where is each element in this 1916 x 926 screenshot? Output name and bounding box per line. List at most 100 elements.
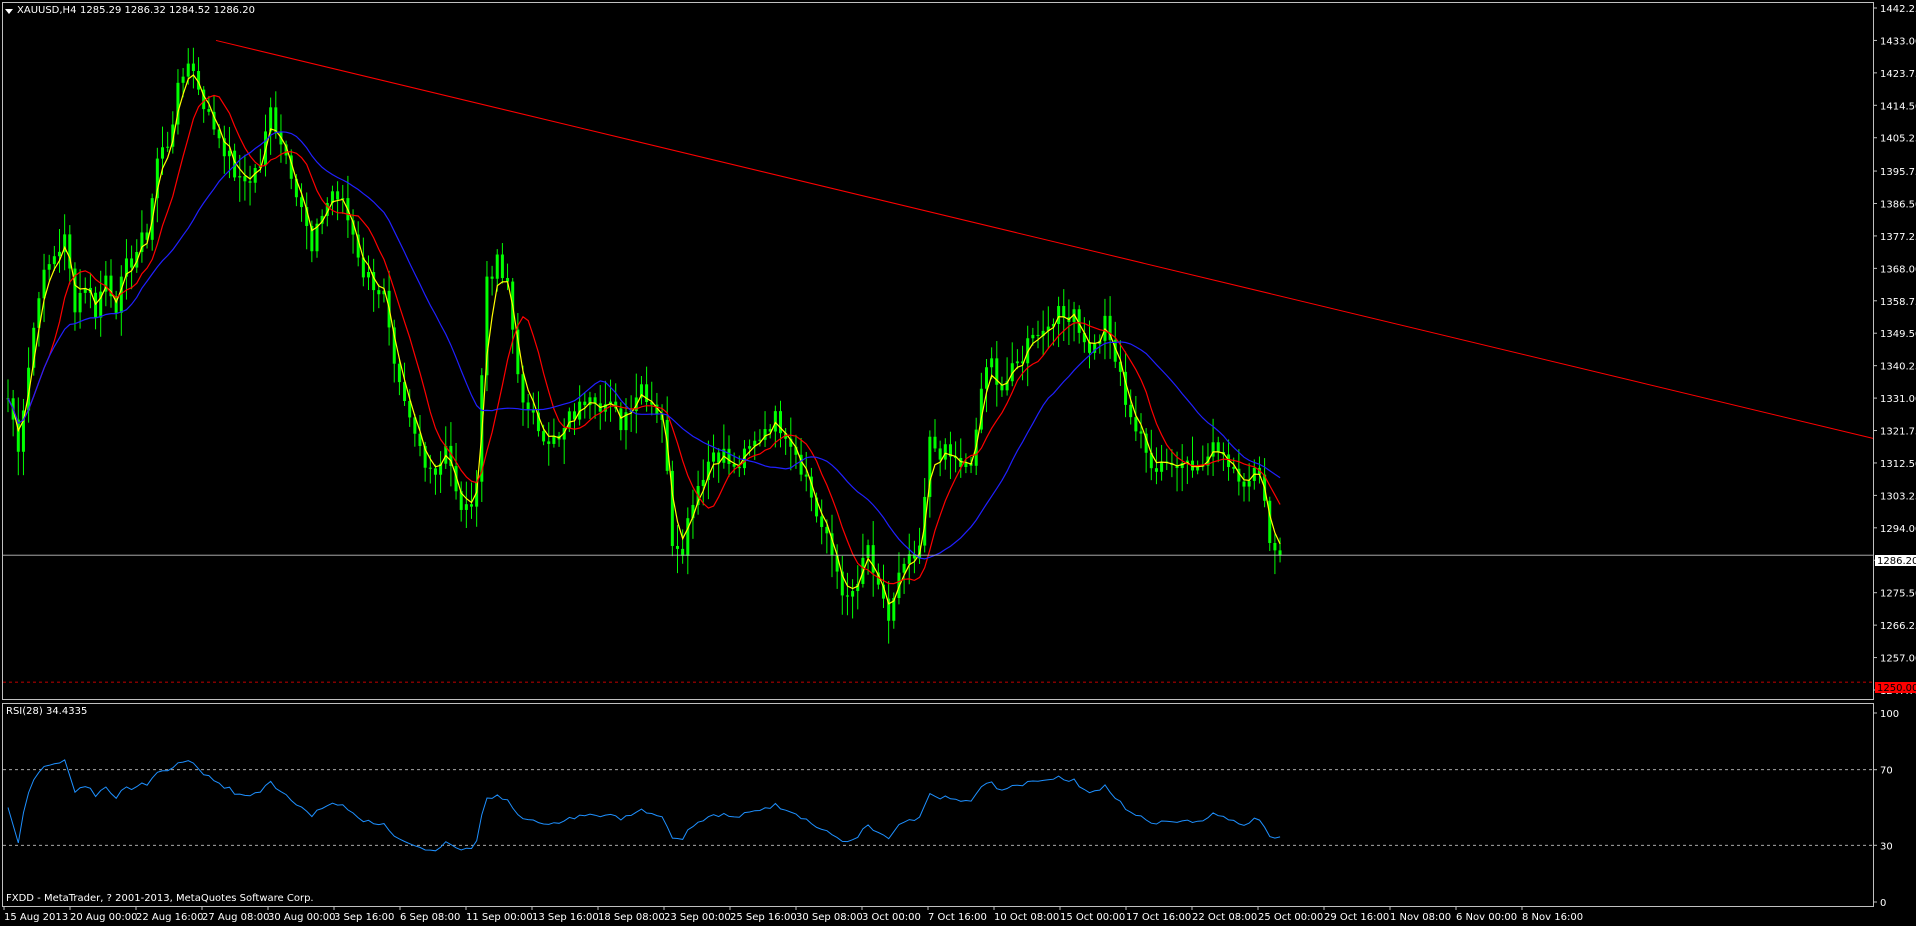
- candle-body: [495, 254, 499, 279]
- candle-body: [933, 436, 937, 449]
- candle-body: [547, 441, 551, 444]
- candle-body: [712, 452, 716, 462]
- candle-body: [938, 448, 942, 460]
- candle-body: [619, 408, 623, 431]
- candle-body: [1242, 481, 1246, 487]
- candle-body: [42, 269, 46, 299]
- candle-body: [238, 176, 242, 178]
- time-tick-label: 7 Oct 16:00: [928, 912, 987, 923]
- candle-body: [727, 448, 731, 464]
- chart-dropdown-icon[interactable]: [5, 9, 13, 14]
- candle-body: [243, 176, 247, 182]
- candle-body: [676, 545, 679, 549]
- candle-body: [845, 595, 849, 597]
- price-tick-label: 1368.00: [1880, 264, 1916, 275]
- candle-body: [433, 468, 437, 475]
- candle-body: [964, 462, 968, 467]
- candle-body: [902, 563, 906, 573]
- time-tick-label: 22 Oct 08:00: [1192, 912, 1257, 923]
- time-tick-label: 13 Sep 16:00: [532, 912, 599, 923]
- time-tick-label: 6 Nov 00:00: [1456, 912, 1517, 923]
- candle-body: [1216, 442, 1220, 452]
- time-tick-label: 8 Nov 16:00: [1522, 912, 1583, 923]
- candle-body: [336, 191, 340, 200]
- candle-body: [943, 444, 947, 460]
- price-tick-label: 1349.50: [1880, 329, 1916, 340]
- price-tick-label: 1442.25: [1880, 4, 1916, 15]
- candle-body: [269, 107, 273, 132]
- price-tick-label: 1377.25: [1880, 232, 1916, 243]
- candle-body: [907, 554, 911, 564]
- candle-body: [58, 251, 61, 257]
- candle-body: [804, 474, 808, 477]
- candle-body: [186, 63, 190, 77]
- candle-body: [227, 150, 231, 157]
- time-tick-label: 3 Sep 16:00: [334, 912, 394, 923]
- candle-body: [47, 264, 51, 270]
- candle-body: [94, 292, 98, 318]
- candle-body: [1154, 468, 1158, 472]
- time-tick-label: 30 Sep 08:00: [796, 912, 863, 923]
- chart-area[interactable]: 1442.25 1433.00 1423.75 1414.50 1405.25 1395.…: [0, 0, 1916, 926]
- time-tick-label: 10 Oct 08:00: [994, 912, 1059, 923]
- candle-body: [1278, 550, 1282, 556]
- candle-body: [1057, 306, 1061, 325]
- rsi-tick-label: 100: [1880, 709, 1899, 720]
- time-tick-label: 17 Oct 16:00: [1126, 912, 1191, 923]
- time-tick-label: 15 Aug 2013: [4, 912, 68, 923]
- copyright-text: FXDD - MetaTrader, ? 2001-2013, MetaQuot…: [6, 893, 314, 904]
- price-tick-label: 1386.50: [1880, 199, 1916, 210]
- candle-body: [1273, 542, 1277, 551]
- price-tick-label: 1405.25: [1880, 134, 1916, 145]
- candle-body: [701, 479, 705, 487]
- price-tick-label: 1275.50: [1880, 589, 1916, 600]
- candle-body: [1015, 361, 1019, 364]
- price-tick-label: 1340.25: [1880, 362, 1916, 373]
- candle-body: [1062, 306, 1066, 318]
- candle-body: [181, 76, 185, 83]
- price-tick-label: 1414.50: [1880, 101, 1916, 112]
- candle-body: [78, 292, 82, 313]
- time-tick-label: 6 Sep 08:00: [400, 912, 460, 923]
- candle-body: [1134, 417, 1138, 432]
- candle-body: [985, 367, 988, 389]
- price-tick-label: 1294.00: [1880, 524, 1916, 535]
- price-tick-label: 1423.75: [1880, 69, 1916, 80]
- candle-body: [990, 358, 994, 368]
- time-tick-label: 3 Oct 00:00: [862, 912, 921, 923]
- candle-body: [191, 63, 195, 72]
- candle-body: [397, 363, 401, 383]
- candle-body: [542, 431, 546, 442]
- rsi-tick-label: 0: [1880, 898, 1886, 909]
- time-tick-label: 25 Oct 00:00: [1258, 912, 1323, 923]
- time-tick-label: 30 Aug 00:00: [268, 912, 335, 923]
- symbol-label: XAUUSD,H4: [17, 5, 77, 16]
- time-tick-label: 11 Sep 00:00: [466, 912, 533, 923]
- candle-body: [500, 254, 504, 279]
- candle-body: [300, 197, 304, 208]
- time-tick-label: 18 Sep 08:00: [598, 912, 665, 923]
- time-tick-label: 1 Nov 08:00: [1390, 912, 1451, 923]
- candle-body: [1196, 466, 1200, 471]
- candle-body: [1036, 334, 1040, 337]
- rsi-tick-label: 30: [1880, 841, 1893, 852]
- candle-body: [521, 374, 525, 403]
- candle-body: [506, 278, 510, 282]
- candle-body: [748, 446, 752, 449]
- ohlc-values: 1285.29 1286.32 1284.52 1286.20: [80, 5, 255, 16]
- candle-body: [52, 256, 56, 265]
- candle-body: [779, 411, 782, 434]
- time-tick-label: 25 Sep 16:00: [730, 912, 797, 923]
- level-price-text: 1250.00: [1877, 683, 1916, 694]
- time-tick-label: 22 Aug 16:00: [136, 912, 203, 923]
- candle-body: [1247, 480, 1251, 487]
- candle-body: [526, 402, 530, 410]
- candle-body: [1139, 431, 1143, 434]
- candle-body: [1088, 342, 1091, 353]
- candle-body: [464, 504, 468, 510]
- candle-body: [583, 401, 587, 406]
- candle-body: [428, 467, 432, 469]
- candle-body: [1160, 461, 1164, 472]
- candle-body: [367, 272, 370, 278]
- price-tick-label: 1266.25: [1880, 621, 1916, 632]
